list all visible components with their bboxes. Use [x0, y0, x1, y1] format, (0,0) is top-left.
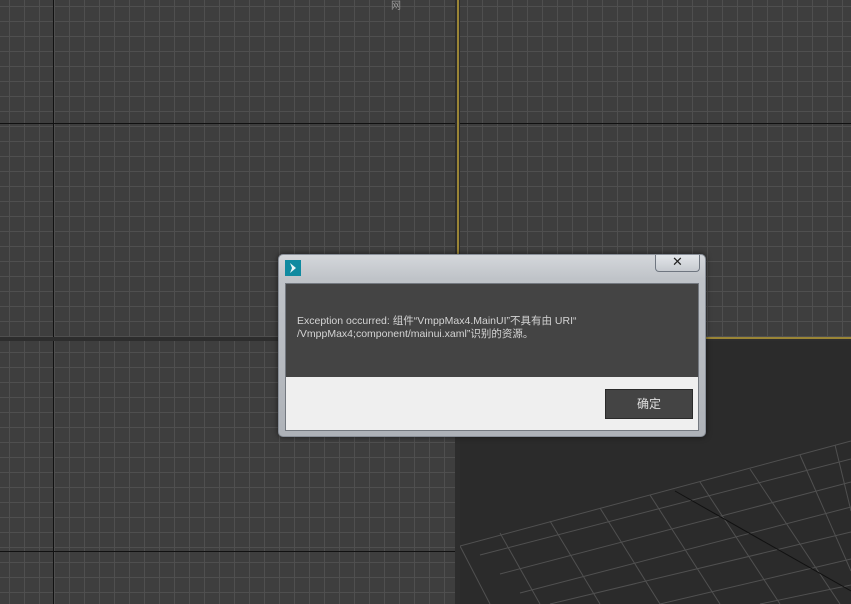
axis-line-horizontal	[460, 123, 851, 124]
close-icon: ✕	[672, 255, 683, 270]
axis-line-horizontal	[0, 123, 455, 124]
3ds-max-app-icon	[285, 260, 301, 276]
dialog-titlebar[interactable]: ✕	[279, 255, 705, 281]
axis-line-vertical	[53, 0, 54, 337]
error-message: Exception occurred: 组件“VmppMax4.MainUI”不…	[297, 315, 693, 341]
axis-line-horizontal	[0, 551, 455, 552]
viewport-label[interactable]: 网	[391, 0, 401, 12]
message-area: Exception occurred: 组件“VmppMax4.MainUI”不…	[286, 284, 698, 377]
error-message-line2: /VmppMax4;component/mainui.xaml”识别的资源。	[297, 328, 534, 340]
error-message-line1: Exception occurred: 组件“VmppMax4.MainUI”不…	[297, 315, 577, 327]
ok-button[interactable]: 确定	[605, 389, 693, 419]
error-dialog: ✕ Exception occurred: 组件“VmppMax4.MainUI…	[278, 254, 706, 437]
axis-line-vertical	[53, 341, 54, 604]
dialog-client-area: Exception occurred: 组件“VmppMax4.MainUI”不…	[285, 283, 699, 431]
close-button[interactable]: ✕	[655, 255, 700, 272]
